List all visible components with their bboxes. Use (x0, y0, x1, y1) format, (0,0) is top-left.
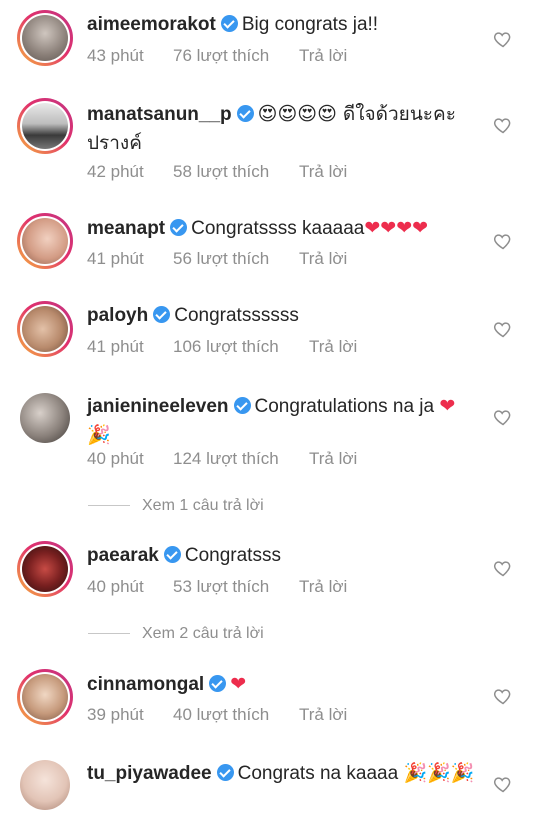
comment-time: 40 phút (87, 449, 144, 468)
username[interactable]: manatsanun__p (87, 104, 232, 125)
verified-badge-icon (170, 219, 188, 236)
verified-badge-icon (216, 764, 234, 781)
avatar[interactable] (17, 301, 73, 357)
heart-outline-icon[interactable] (493, 29, 513, 49)
like-count[interactable]: 53 lượt thích (173, 577, 299, 597)
username[interactable]: paloyh (87, 305, 148, 326)
like-count[interactable]: 58 lượt thích (173, 162, 299, 182)
reply-button[interactable]: Trả lời (309, 449, 357, 468)
comment-meta: 39 phút 40 lượt thích Trả lời (87, 705, 347, 725)
avatar[interactable] (20, 393, 70, 443)
like-count[interactable]: 56 lượt thích (173, 249, 299, 269)
heart-outline-icon[interactable] (493, 407, 513, 427)
reply-button[interactable]: Trả lời (299, 249, 347, 268)
reply-button[interactable]: Trả lời (299, 705, 347, 724)
heart-outline-icon[interactable] (493, 115, 513, 135)
heart-outline-icon[interactable] (493, 319, 513, 339)
verified-badge-icon (163, 546, 181, 563)
heart-emoji-icon: ❤ (439, 395, 456, 417)
username[interactable]: aimeemorakot (87, 14, 216, 35)
heart-outline-icon[interactable] (493, 558, 513, 578)
party-popper-icon: 🎉🎉🎉 (403, 762, 475, 784)
username[interactable]: paearak (87, 545, 159, 566)
comment-meta: 42 phút 58 lượt thích Trả lời (87, 162, 347, 182)
heart-emoji-icon: ❤❤❤❤ (364, 217, 429, 239)
reply-button[interactable]: Trả lời (299, 162, 347, 181)
username[interactable]: tu_piyawadee (87, 763, 212, 784)
verified-badge-icon (220, 15, 238, 32)
avatar[interactable] (17, 10, 73, 66)
avatar[interactable] (17, 98, 73, 154)
comment-time: 43 phút (87, 46, 144, 65)
verified-badge-icon (236, 105, 254, 122)
divider (88, 505, 130, 507)
comment-meta: 41 phút 56 lượt thích Trả lời (87, 249, 347, 269)
heart-outline-icon[interactable] (493, 231, 513, 251)
heart-outline-icon[interactable] (493, 686, 513, 706)
verified-badge-icon (153, 306, 171, 323)
divider (88, 633, 130, 635)
username[interactable]: janienineeleven (87, 396, 229, 417)
comment-text: Congratssss kaaaaa (191, 218, 365, 239)
like-count[interactable]: 40 lượt thích (173, 705, 299, 725)
comment-time: 41 phút (87, 249, 144, 268)
avatar[interactable] (17, 669, 73, 725)
verified-badge-icon (233, 397, 251, 414)
heart-outline-icon[interactable] (493, 774, 513, 794)
avatar[interactable] (20, 760, 70, 810)
comment-meta: 40 phút 124 lượt thích Trả lời (87, 449, 357, 469)
avatar[interactable] (17, 541, 73, 597)
heart-emoji-icon: ❤ (230, 673, 247, 695)
verified-badge-icon (209, 675, 227, 692)
comment-time: 40 phút (87, 577, 144, 596)
comment-meta: 40 phút 53 lượt thích Trả lời (87, 577, 347, 597)
like-count[interactable]: 124 lượt thích (173, 449, 309, 469)
comment-meta: 43 phút 76 lượt thích Trả lời (87, 46, 347, 66)
comment-text: Congrats na kaaaa (237, 763, 399, 784)
comment-text: Congratulations na ja (254, 396, 435, 417)
view-replies-button[interactable]: Xem 1 câu trả lời (88, 497, 264, 515)
username[interactable]: meanapt (87, 218, 165, 239)
comment-text: Congratssssss (174, 305, 299, 326)
username[interactable]: cinnamongal (87, 674, 204, 695)
avatar[interactable] (17, 213, 73, 269)
comment-time: 41 phút (87, 337, 144, 356)
view-replies-button[interactable]: Xem 2 câu trả lời (88, 625, 264, 643)
like-count[interactable]: 106 lượt thích (173, 337, 309, 357)
comment-meta: 41 phút 106 lượt thích Trả lời (87, 337, 357, 357)
comment-time: 39 phút (87, 705, 144, 724)
reply-button[interactable]: Trả lời (309, 337, 357, 356)
reply-button[interactable]: Trả lời (299, 46, 347, 65)
comment-text: Congratsss (184, 545, 281, 566)
comment-time: 42 phút (87, 162, 144, 181)
comment-text: Big congrats ja!! (241, 14, 379, 35)
reply-button[interactable]: Trả lời (299, 577, 347, 596)
like-count[interactable]: 76 lượt thích (173, 46, 299, 66)
party-popper-icon: 🎉 (87, 424, 111, 446)
